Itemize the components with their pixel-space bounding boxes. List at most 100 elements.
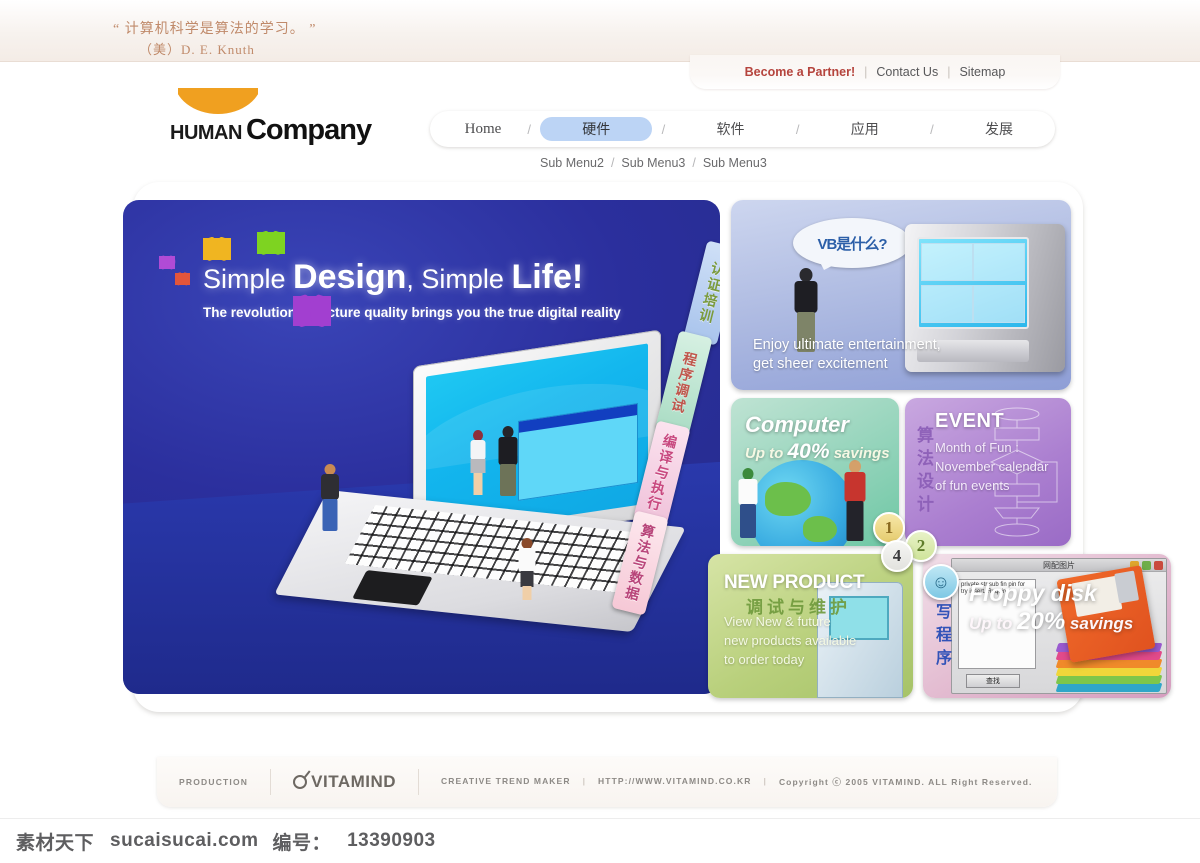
person-figure-shopper [843,460,867,542]
nav-item-software[interactable]: 软件 [675,117,787,141]
stock-watermark-bar: 素材天下 sucaisucai.com 编号： 13390903 [0,818,1200,863]
panel-event-body: Month of Fun : November calendar of fun … [935,438,1048,495]
person-lower-legs [473,473,483,495]
window-close-icon[interactable] [1154,561,1163,570]
sitemap-link[interactable]: Sitemap [959,65,1005,79]
panel-floppy-subtitle: Up to 20% savings [969,608,1133,636]
butterfly-icon-purple [159,256,175,269]
new-product-line-3: to order today [724,652,805,667]
screen-window [518,402,638,501]
nav-item-home[interactable]: Home [448,117,518,141]
disk-layer [1055,675,1163,684]
badge-step-1[interactable]: 1 [873,512,905,544]
hero-banner[interactable]: Simple Design, Simple Life! The revoluti… [123,200,720,694]
caption-line-1: Enjoy ultimate entertainment, [753,337,941,353]
footer-bar-2: | [763,776,767,786]
smile-arc-icon [178,88,258,114]
person-legs [500,464,516,496]
nav-separator-1: / [527,121,531,137]
logo-human-text: HUMAN [170,122,242,144]
panel-floppy-savings[interactable]: 网配图片 private str sub fin pin for try ins… [923,554,1171,698]
person-body [321,474,339,500]
person-body [498,437,518,465]
badge-step-4[interactable]: 4 [881,540,913,572]
app-window-search-button[interactable]: 查找 [966,674,1020,688]
hero-headline-part-1: Simple [203,264,294,294]
footer-divider-2 [418,769,420,795]
floppy-shutter [1114,570,1140,604]
logo-wordmark: HUMAN Company [170,114,372,147]
nav-separator-4: / [930,121,934,137]
submenu-item-1[interactable]: Sub Menu2 [540,156,604,170]
utility-nav-tab: Become a Partner! | Contact Us | Sitemap [690,55,1060,89]
main-navigation: Home / 硬件 / 软件 / 应用 / 发展 [430,111,1055,147]
panel-event[interactable]: 算法设计 EVENT Month of Fun : November calen… [905,398,1071,546]
panel-event-cn-text: 算法设计 [914,426,933,518]
panel-entertainment-caption: Enjoy ultimate entertainment, get sheer … [753,336,941,374]
watermark-site-cn: 素材天下 [16,832,95,854]
submenu-item-3[interactable]: Sub Menu3 [703,156,767,170]
site-logo[interactable]: HUMAN Company [170,88,410,152]
hero-headline: Simple Design, Simple Life! [203,258,583,297]
nav-item-applications[interactable]: 应用 [809,117,921,141]
side-tab-label: 程序调试 [668,350,700,416]
side-tab-debugging[interactable]: 程序调试 [655,330,713,436]
quote-block: “ 计算机科学是算法的学习。 ” （美）D. E. Knuth [113,20,316,60]
submenu-item-2[interactable]: Sub Menu3 [621,156,685,170]
main-content-card: Simple Design, Simple Life! The revoluti… [123,182,1171,712]
footer-url[interactable]: HTTP://WWW.VITAMIND.CO.KR [598,776,751,788]
panel-new-product-body: View New & future new products available… [724,612,856,669]
laptop-trackpad [352,570,433,606]
watermark-id-label: 编号： [272,832,332,854]
badge-avatar[interactable]: ☺ [923,564,959,600]
tv-screen-quadrant [921,284,973,324]
tv-screen-quadrant [973,284,1025,324]
panel-computer-title: Computer [745,412,849,437]
person-figure-painter [737,468,759,540]
quote-line-2: （美）D. E. Knuth [139,42,255,57]
side-tab-compile[interactable]: 编译与执行 [633,420,691,526]
nav-item-development[interactable]: 发展 [943,117,1055,141]
contact-us-link[interactable]: Contact Us [876,65,938,79]
person-figure-woman [469,430,487,496]
panel-entertainment[interactable]: VB是什么? Enjoy ultimate entertainment, get… [731,200,1071,390]
person-legs [322,499,338,531]
person-body [470,440,486,460]
new-product-line-1: View New & future [724,614,831,629]
person-body [738,479,758,505]
panel-floppy-title: Floppy disk [969,580,1097,606]
event-line-2: November calendar [935,459,1049,474]
person-body [794,281,818,313]
person-head [799,268,813,282]
person-legs [520,571,534,587]
floppy-savings-suffix: savings [1065,614,1134,633]
side-tab-label: 认证培训 [696,260,720,326]
panel-computer-subtitle: Up to 40% savings [745,440,890,464]
panel-new-product[interactable]: NEW PRODUCT 调试与维护 View New & future new … [708,554,913,698]
utility-links: Become a Partner! | Contact Us | Sitemap [690,55,1060,89]
become-a-partner-link[interactable]: Become a Partner! [745,65,855,79]
tv-screen-quadrant [973,242,1025,282]
person-figure-man [497,426,519,498]
tv-screen [917,237,1029,329]
hero-headline-part-4: Simple [421,264,512,294]
vitamind-mars-icon [293,775,308,789]
person-legs [846,501,864,541]
tv-screen-quadrant [921,242,973,282]
person-legs [470,459,486,473]
person-legs [740,504,756,538]
submenu-separator-2: / [692,156,696,170]
top-quote-bar: “ 计算机科学是算法的学习。 ” （美）D. E. Knuth [0,0,1200,62]
window-maximize-icon[interactable] [1142,561,1151,570]
person-figure-sitting [517,538,537,600]
person-body [844,472,866,502]
footer-brand[interactable]: VITAMIND [293,772,396,792]
nav-item-hardware[interactable]: 硬件 [540,117,653,141]
footer-production-label: PRODUCTION [179,777,249,787]
side-tab-label: 编译与执行 [644,432,680,514]
floppy-savings-prefix: Up to [969,614,1018,633]
hero-headline-part-2: Design [293,258,407,296]
quote-line-1: “ 计算机科学是算法的学习。 ” [113,22,317,37]
savings-suffix: savings [829,445,890,462]
side-tab-certification[interactable]: 认证培训 [683,240,720,346]
